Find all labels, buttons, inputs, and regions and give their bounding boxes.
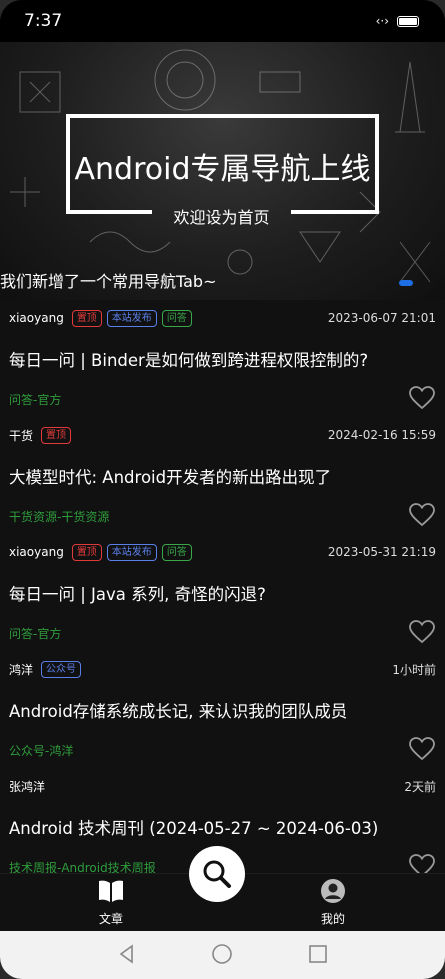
nav-tab-mine[interactable]: 我的 <box>303 878 363 927</box>
article-title[interactable]: 每日一问 | Binder是如何做到跨进程权限控制的? <box>9 347 436 371</box>
article-date: 1小时前 <box>392 662 436 677</box>
article-title[interactable]: 大模型时代: Android开发者的新出路出现了 <box>9 464 436 488</box>
app-screen: 7:37 ‹·› Android专属导航上线 欢迎设为首页 我们新增了一个常用导… <box>0 0 445 979</box>
article-author[interactable]: xiaoyang <box>9 311 64 325</box>
article-author[interactable]: xiaoyang <box>9 545 64 559</box>
article-date: 2023-06-07 21:01 <box>327 311 436 325</box>
tag-top: 置顶 <box>71 309 102 327</box>
status-bar: 7:37 ‹·› <box>0 0 445 42</box>
battery-icon <box>397 15 419 27</box>
banner-title: Android专属导航上线 <box>74 152 371 187</box>
article-author[interactable]: 鸿洋 <box>9 661 33 678</box>
user-avatar-icon <box>321 879 345 903</box>
article-title[interactable]: 每日一问 | Java 系列, 奇怪的闪退? <box>9 581 436 605</box>
back-icon[interactable] <box>116 943 138 965</box>
article-date: 2023-05-31 21:19 <box>327 545 436 559</box>
recents-icon[interactable] <box>307 943 329 965</box>
status-icons: ‹·› <box>376 14 419 28</box>
article-item[interactable]: xiaoyang 置顶 本站发布 问答 2023-06-07 21:01 每日一… <box>0 300 445 417</box>
system-navigation-bar <box>0 931 445 979</box>
book-icon <box>99 880 123 902</box>
article-meta: 干货 置顶 2024-02-16 15:59 <box>9 425 436 445</box>
heart-icon[interactable] <box>409 737 435 761</box>
article-author[interactable]: 干货 <box>9 427 33 444</box>
nav-label-articles: 文章 <box>98 912 123 926</box>
article-category[interactable]: 干货资源-干货资源 <box>9 508 109 525</box>
article-meta: xiaoyang 置顶 本站发布 问答 2023-06-07 21:01 <box>9 308 436 328</box>
heart-icon[interactable] <box>409 503 435 527</box>
banner-carousel[interactable]: Android专属导航上线 欢迎设为首页 我们新增了一个常用导航Tab~ <box>0 42 445 300</box>
data-arrows-icon: ‹·› <box>375 14 389 28</box>
article-category[interactable]: 公众号-鸿洋 <box>9 742 73 759</box>
article-item[interactable]: 干货 置顶 2024-02-16 15:59 大模型时代: Android开发者… <box>0 417 445 534</box>
tag-top: 置顶 <box>71 543 102 561</box>
article-meta: 张鸿洋 2天前 <box>9 776 436 796</box>
tag-site-publish: 本站发布 <box>106 543 157 561</box>
banner-page-indicator <box>399 280 413 286</box>
heart-icon[interactable] <box>409 620 435 644</box>
nav-label-mine: 我的 <box>320 912 345 926</box>
search-fab-button[interactable] <box>189 846 245 902</box>
banner-frame-edge <box>291 210 379 214</box>
banner-frame-edge <box>66 210 152 214</box>
home-icon[interactable] <box>211 943 233 965</box>
article-title[interactable]: Android存储系统成长记, 来认识我的团队成员 <box>9 698 436 722</box>
article-author[interactable]: 张鸿洋 <box>9 778 45 795</box>
article-meta: 鸿洋 公众号 1小时前 <box>9 659 436 679</box>
banner-caption: 我们新增了一个常用导航Tab~ <box>0 272 217 291</box>
article-item[interactable]: xiaoyang 置顶 本站发布 问答 2023-05-31 21:19 每日一… <box>0 534 445 651</box>
tag-wechat-account: 公众号 <box>41 660 82 678</box>
article-item[interactable]: 鸿洋 公众号 1小时前 Android存储系统成长记, 来认识我的团队成员 公众… <box>0 651 445 768</box>
article-meta: xiaoyang 置顶 本站发布 问答 2023-05-31 21:19 <box>9 542 436 562</box>
article-list: xiaoyang 置顶 本站发布 问答 2023-06-07 21:01 每日一… <box>0 300 445 885</box>
banner-subtitle: 欢迎设为首页 <box>173 208 270 227</box>
article-category[interactable]: 问答-官方 <box>9 625 61 642</box>
search-icon <box>203 860 231 888</box>
heart-icon[interactable] <box>409 386 435 410</box>
article-title[interactable]: Android 技术周刊 (2024-05-27 ~ 2024-06-03) <box>9 815 436 839</box>
article-date: 2天前 <box>404 779 436 794</box>
article-date: 2024-02-16 15:59 <box>327 428 436 442</box>
tag-qa: 问答 <box>161 309 192 327</box>
tag-qa: 问答 <box>161 543 192 561</box>
tag-top: 置顶 <box>41 426 72 444</box>
article-category[interactable]: 问答-官方 <box>9 391 61 408</box>
status-time: 7:37 <box>24 11 63 31</box>
tag-site-publish: 本站发布 <box>106 309 157 327</box>
nav-tab-articles[interactable]: 文章 <box>81 878 141 927</box>
